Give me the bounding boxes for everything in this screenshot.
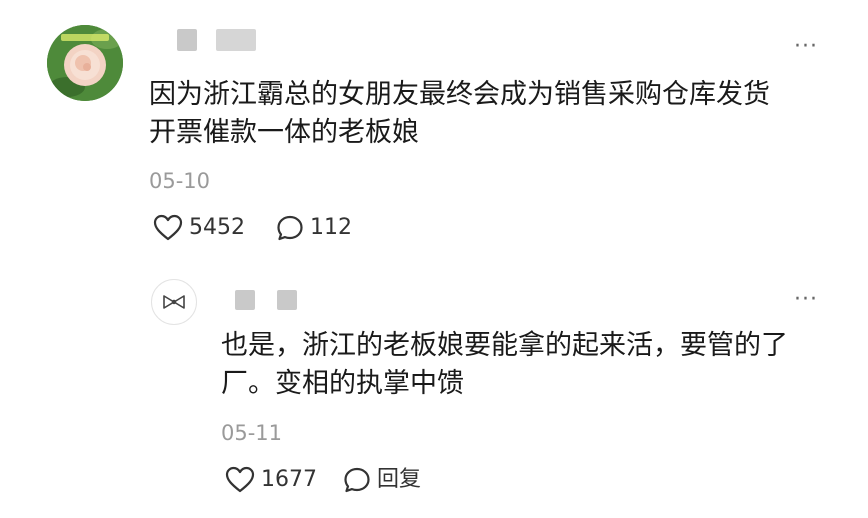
reply-count-button[interactable]: 112 <box>276 214 352 242</box>
reply-label: 回复 <box>377 467 422 492</box>
bow-icon <box>163 295 185 309</box>
comment-date: 05-10 <box>149 169 211 193</box>
username-blurred <box>277 290 297 310</box>
reply-text-line: 厂。变相的执掌中馈 <box>221 368 464 399</box>
reply-button[interactable]: 回复 <box>343 466 421 494</box>
username-blurred <box>235 290 255 310</box>
username-blurred <box>216 29 256 51</box>
like-button[interactable]: 1677 <box>225 466 317 494</box>
heart-icon <box>153 214 183 241</box>
avatar[interactable] <box>47 25 123 101</box>
reply-count: 112 <box>310 215 352 240</box>
reply-text-line: 也是，浙江的老板娘要能拿的起来活，要管的了 <box>221 330 788 361</box>
username-blurred <box>177 29 197 51</box>
avatar[interactable] <box>151 279 197 325</box>
more-options-button[interactable]: ··· <box>794 36 818 58</box>
like-count: 1677 <box>261 467 317 492</box>
like-count: 5452 <box>189 215 245 240</box>
rose-avatar-icon <box>47 25 123 101</box>
comment-body: 因为浙江霸总的女朋友最终会成为销售采购仓库发货 开票催款一体的老板娘 <box>149 76 770 152</box>
comment-text-line: 开票催款一体的老板娘 <box>149 117 419 148</box>
comment-text-line: 因为浙江霸总的女朋友最终会成为销售采购仓库发货 <box>149 79 770 110</box>
comment-bubble-icon <box>277 215 303 241</box>
heart-icon <box>225 466 255 493</box>
comment-bubble-icon <box>344 467 370 493</box>
more-options-button[interactable]: ··· <box>794 289 818 311</box>
like-button[interactable]: 5452 <box>153 214 245 242</box>
reply-body: 也是，浙江的老板娘要能拿的起来活，要管的了 厂。变相的执掌中馈 <box>221 327 788 403</box>
reply-date: 05-11 <box>221 421 283 445</box>
